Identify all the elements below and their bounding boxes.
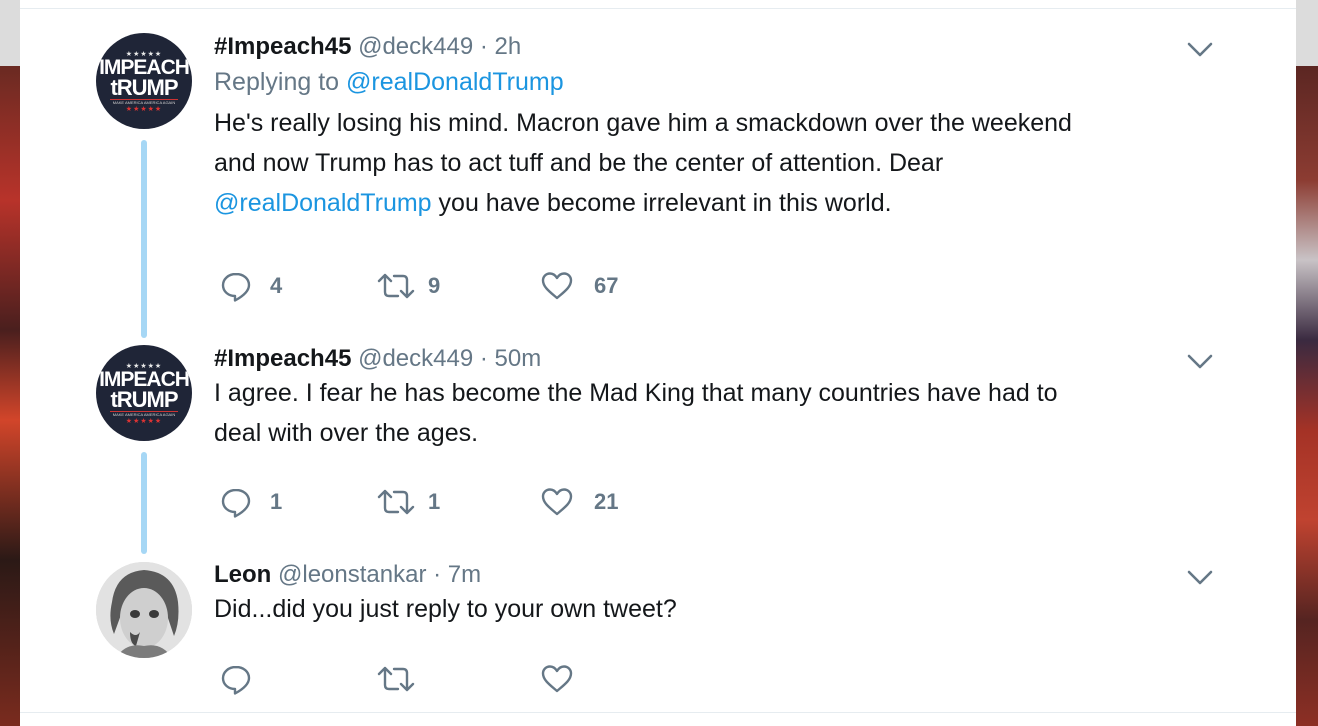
handle[interactable]: @leonstankar <box>278 561 426 588</box>
tweet-text-line: and now Trump has to act tuff and be the… <box>214 149 944 177</box>
avatar[interactable] <box>96 562 192 658</box>
tweet-text-line: @realDonaldTrump you have become irrelev… <box>214 183 1214 223</box>
background-left <box>0 0 20 726</box>
like-button[interactable]: 67 <box>540 268 618 304</box>
avatar[interactable]: ★★★★★ IMPEACH tRUMP MAKE AMERICA AMERICA… <box>96 345 192 441</box>
avatar-word-trump: tRUMP <box>110 387 178 412</box>
tweet-text-line: deal with over the ages. <box>214 419 479 447</box>
timestamp[interactable]: · 50m <box>480 345 541 372</box>
reply-count: 1 <box>270 489 283 514</box>
tweet-text: Did...did you just reply to your own twe… <box>214 589 1214 629</box>
replying-label: Replying to <box>214 68 340 96</box>
reply-icon <box>221 272 251 302</box>
conversation-panel: ★★★★★ IMPEACH tRUMP MAKE AMERICA AMERICA… <box>20 0 1296 726</box>
like-count: 67 <box>594 273 619 298</box>
tweet-header: #Impeach45 @deck449 · 50m <box>214 345 1214 373</box>
divider <box>20 712 1296 713</box>
reply-icon <box>221 488 251 518</box>
retweet-count: 9 <box>428 273 441 298</box>
tweet-header: Leon @leonstankar · 7m <box>214 561 1214 589</box>
tweet-text-line: I agree. I fear he has become the Mad Ki… <box>214 379 1058 407</box>
mention-link[interactable]: @realDonaldTrump <box>346 68 564 96</box>
chevron-down-icon[interactable] <box>1182 38 1218 62</box>
tweet-actions <box>216 661 816 697</box>
tweet-header: #Impeach45 @deck449 · 2h <box>214 33 1214 61</box>
tweet-text: I agree. I fear he has become the Mad Ki… <box>214 373 1214 453</box>
like-button[interactable]: 21 <box>540 484 618 520</box>
retweet-button[interactable]: 1 <box>376 484 440 520</box>
tweet-text-line: He's really losing his mind. Macron gave… <box>214 109 1072 137</box>
retweet-icon <box>377 489 415 515</box>
retweet-button[interactable] <box>376 661 416 697</box>
like-count: 21 <box>594 489 619 514</box>
heart-icon <box>541 665 573 693</box>
background-right <box>1296 0 1318 726</box>
tweet-text-rest: you have become irrelevant in this world… <box>431 189 892 217</box>
display-name[interactable]: Leon <box>214 561 271 588</box>
avatar-photo <box>96 562 192 658</box>
avatar[interactable]: ★★★★★ IMPEACH tRUMP MAKE AMERICA AMERICA… <box>96 33 192 129</box>
thread-line <box>141 452 147 554</box>
reply-button[interactable] <box>220 661 252 697</box>
retweet-count: 1 <box>428 489 441 514</box>
heart-icon <box>541 272 573 300</box>
tweet-actions: 4 9 67 <box>216 268 816 304</box>
timestamp[interactable]: · 2h <box>480 33 521 60</box>
tweet-text-line: Did...did you just reply to your own twe… <box>214 595 677 623</box>
replying-to: Replying to @realDonaldTrump <box>214 67 1214 97</box>
avatar-word-trump: tRUMP <box>110 75 178 100</box>
tweet-text: He's really losing his mind. Macron gave… <box>214 103 1214 223</box>
tweet-actions: 1 1 21 <box>216 484 816 520</box>
reply-icon <box>221 665 251 695</box>
mention-link[interactable]: @realDonaldTrump <box>214 189 432 217</box>
chevron-down-icon[interactable] <box>1182 350 1218 374</box>
reply-button[interactable]: 4 <box>220 268 282 304</box>
reply-button[interactable]: 1 <box>220 484 282 520</box>
timestamp[interactable]: · 7m <box>433 561 481 588</box>
retweet-icon <box>377 273 415 299</box>
avatar-stars-bottom: ★★★★★ <box>125 418 163 425</box>
handle[interactable]: @deck449 <box>358 33 473 60</box>
like-button[interactable] <box>540 661 574 697</box>
retweet-button[interactable]: 9 <box>376 268 440 304</box>
chevron-down-icon[interactable] <box>1182 566 1218 590</box>
handle[interactable]: @deck449 <box>358 345 473 372</box>
reply-count: 4 <box>270 273 283 298</box>
display-name[interactable]: #Impeach45 <box>214 33 351 60</box>
heart-icon <box>541 488 573 516</box>
retweet-icon <box>377 666 415 692</box>
avatar-stars-bottom: ★★★★★ <box>125 106 163 113</box>
divider <box>20 8 1296 9</box>
display-name[interactable]: #Impeach45 <box>214 345 351 372</box>
thread-line <box>141 140 147 338</box>
